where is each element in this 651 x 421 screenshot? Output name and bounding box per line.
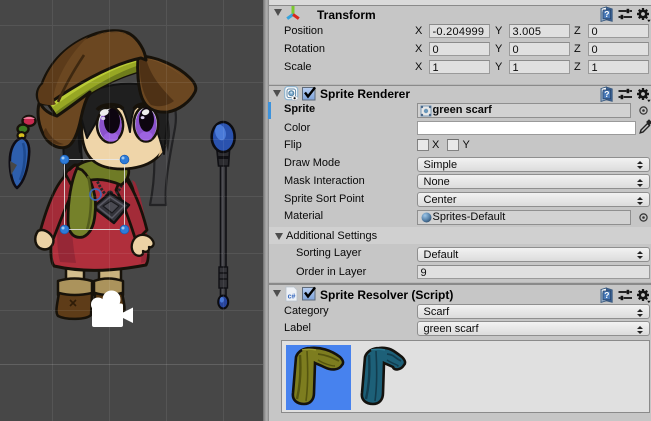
svg-text:c#: c# [288, 294, 296, 301]
svg-text:?: ? [604, 89, 609, 99]
svg-text:?: ? [604, 290, 609, 300]
svg-text:?: ? [604, 9, 609, 19]
